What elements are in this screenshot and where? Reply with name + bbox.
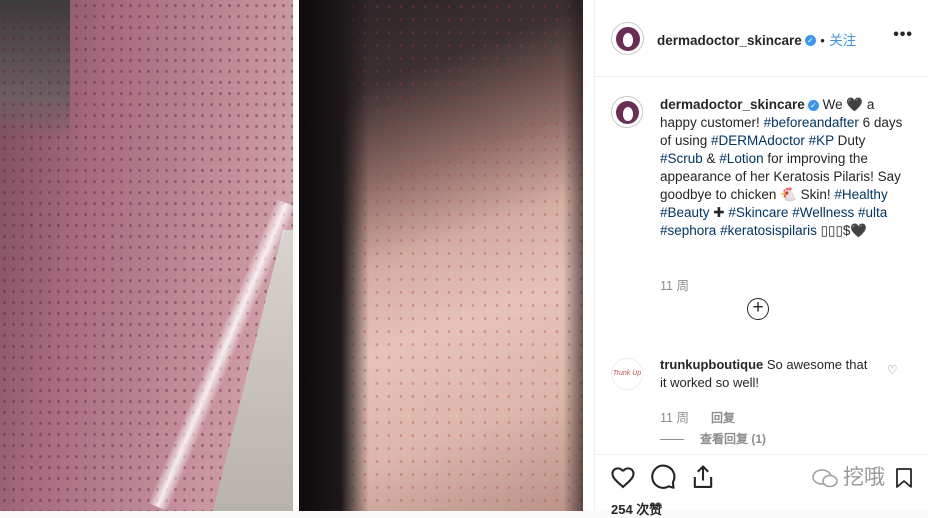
comment-username[interactable]: trunkupboutique	[660, 357, 763, 372]
heart-icon[interactable]: ♡	[887, 363, 898, 377]
caption-time[interactable]: 11 周	[660, 275, 689, 294]
comment-icon[interactable]	[649, 463, 677, 491]
plus-circle-icon[interactable]: +	[747, 298, 769, 320]
caption-span: ▯▯▯$🖤	[816, 223, 868, 238]
hashtag[interactable]: #DERMAdoctor	[711, 133, 805, 148]
comment-time[interactable]: 11 周	[660, 407, 689, 426]
reply-button[interactable]: 回复	[711, 409, 735, 426]
heart-icon[interactable]	[609, 463, 637, 491]
hashtag[interactable]: #KP	[809, 133, 834, 148]
more-icon[interactable]: •••	[893, 26, 913, 44]
hashtag[interactable]: #Beauty	[660, 205, 710, 220]
verified-badge-icon: ✓	[804, 35, 816, 47]
hashtag[interactable]: #ulta	[858, 205, 887, 220]
caption-span: Duty	[833, 133, 866, 148]
caption-span: ✚	[709, 205, 729, 220]
divider	[660, 439, 684, 441]
avatar[interactable]	[611, 96, 643, 128]
comment-text: trunkupboutique So awesome that it worke…	[660, 356, 870, 392]
post-header: dermadoctor_skincare ✓ • 关注 •••	[595, 0, 928, 77]
before-photo	[0, 0, 293, 511]
post-side-panel: dermadoctor_skincare ✓ • 关注 ••• dermadoct…	[594, 0, 928, 517]
hashtag[interactable]: #sephora	[660, 223, 716, 238]
photo-shadow	[299, 0, 369, 511]
share-icon[interactable]	[689, 463, 717, 491]
username-link[interactable]: dermadoctor_skincare	[657, 33, 802, 48]
hashtag[interactable]: #Wellness	[792, 205, 854, 220]
follow-button[interactable]: 关注	[829, 33, 856, 48]
view-replies-label: 查看回复 (1)	[700, 432, 767, 446]
after-photo	[299, 0, 583, 511]
wechat-icon	[812, 469, 838, 488]
avatar[interactable]: Trunk Up	[611, 358, 643, 390]
hashtag[interactable]: #Lotion	[719, 151, 763, 166]
watermark: 挖哦	[811, 461, 885, 491]
hashtag[interactable]: #beforeandafter	[764, 115, 859, 130]
caption-username[interactable]: dermadoctor_skincare	[660, 97, 805, 112]
avatar[interactable]	[611, 22, 644, 55]
view-replies-button[interactable]: 查看回复 (1)	[660, 430, 766, 447]
photo-edge	[563, 0, 583, 511]
caption-span: &	[702, 151, 720, 166]
like-count[interactable]: 254 次赞	[611, 499, 662, 518]
header-user: dermadoctor_skincare ✓ • 关注	[657, 29, 856, 50]
hashtag[interactable]: #Skincare	[728, 205, 788, 220]
hashtag[interactable]: #Scrub	[660, 151, 703, 166]
hashtag[interactable]: #Healthy	[834, 187, 887, 202]
hashtag[interactable]: #keratosispilaris	[720, 223, 817, 238]
separator-dot: •	[820, 33, 825, 48]
post-image[interactable]	[0, 0, 594, 511]
verified-badge-icon: ✓	[807, 99, 819, 111]
bookmark-icon[interactable]	[895, 467, 913, 489]
watermark-text: 挖哦	[843, 466, 885, 489]
action-bar: 挖哦 254 次赞	[595, 454, 928, 517]
caption-text: dermadoctor_skincare ✓ We 🖤 a happy custo…	[660, 96, 910, 240]
